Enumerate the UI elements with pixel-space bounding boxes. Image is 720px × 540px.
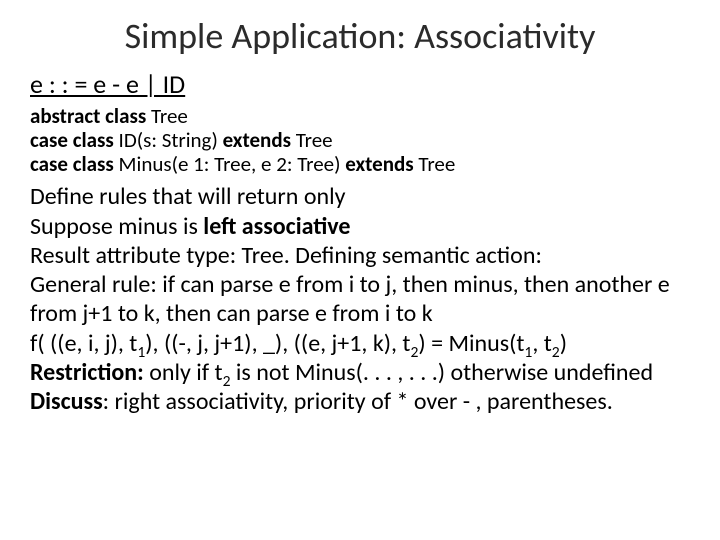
code-line-3: case class Minus(e 1: Tree, e 2: Tree) e… — [30, 152, 690, 176]
code-text: Tree — [291, 127, 333, 153]
text: , t — [532, 329, 551, 358]
text: ((e, j+1, k), t — [294, 329, 411, 358]
text: : right associativity, priority of * ove… — [103, 387, 613, 416]
bold-text: left associative — [203, 212, 350, 241]
para-define: Define rules that will return only — [30, 182, 690, 211]
grammar-rule: e : : = e - e | ID — [30, 68, 690, 100]
para-suppose: Suppose minus is left associative — [30, 212, 690, 241]
text: ((-, j, j+1), _) — [164, 329, 282, 358]
text: ) — [418, 329, 425, 358]
code-text: Tree — [414, 151, 456, 177]
text: ) — [560, 329, 567, 358]
slide: Simple Application: Associativity e : : … — [0, 0, 720, 540]
code-text: Tree — [146, 103, 188, 129]
code-line-1: abstract class Tree — [30, 104, 690, 128]
body-text: Define rules that will return only Suppo… — [30, 182, 690, 416]
bold-text: Restriction: — [30, 358, 144, 387]
para-general: General rule: if can parse e from i to j… — [30, 270, 690, 329]
keyword: extends — [345, 151, 413, 177]
text: , — [153, 329, 164, 358]
code-text: ID(s: String) — [114, 127, 223, 153]
text: ((e, i, j), t — [50, 329, 137, 358]
slide-title: Simple Application: Associativity — [30, 14, 690, 58]
para-restriction: Restriction: only if t2 is not Minus(. .… — [30, 358, 690, 387]
keyword: extends — [223, 127, 291, 153]
text: Suppose minus is — [30, 212, 203, 241]
bold-text: Discuss — [30, 387, 103, 416]
text: = Minus(t — [426, 329, 525, 358]
keyword: abstract class — [30, 103, 146, 129]
keyword: case class — [30, 151, 114, 177]
code-line-2: case class ID(s: String) extends Tree — [30, 128, 690, 152]
text: , — [282, 329, 293, 358]
code-block: abstract class Tree case class ID(s: Str… — [30, 104, 690, 176]
text: is not Minus(. . . , . . .) otherwise un… — [231, 358, 654, 387]
para-discuss: Discuss: right associativity, priority o… — [30, 387, 690, 416]
para-result: Result attribute type: Tree. Defining se… — [30, 241, 690, 270]
text: ) — [145, 329, 152, 358]
code-text: Minus(e 1: Tree, e 2: Tree) — [114, 151, 345, 177]
keyword: case class — [30, 127, 114, 153]
text: f( — [30, 329, 50, 358]
para-function: f( ((e, i, j), t1), ((-, j, j+1), _), ((… — [30, 329, 690, 358]
text: only if t — [144, 358, 223, 387]
